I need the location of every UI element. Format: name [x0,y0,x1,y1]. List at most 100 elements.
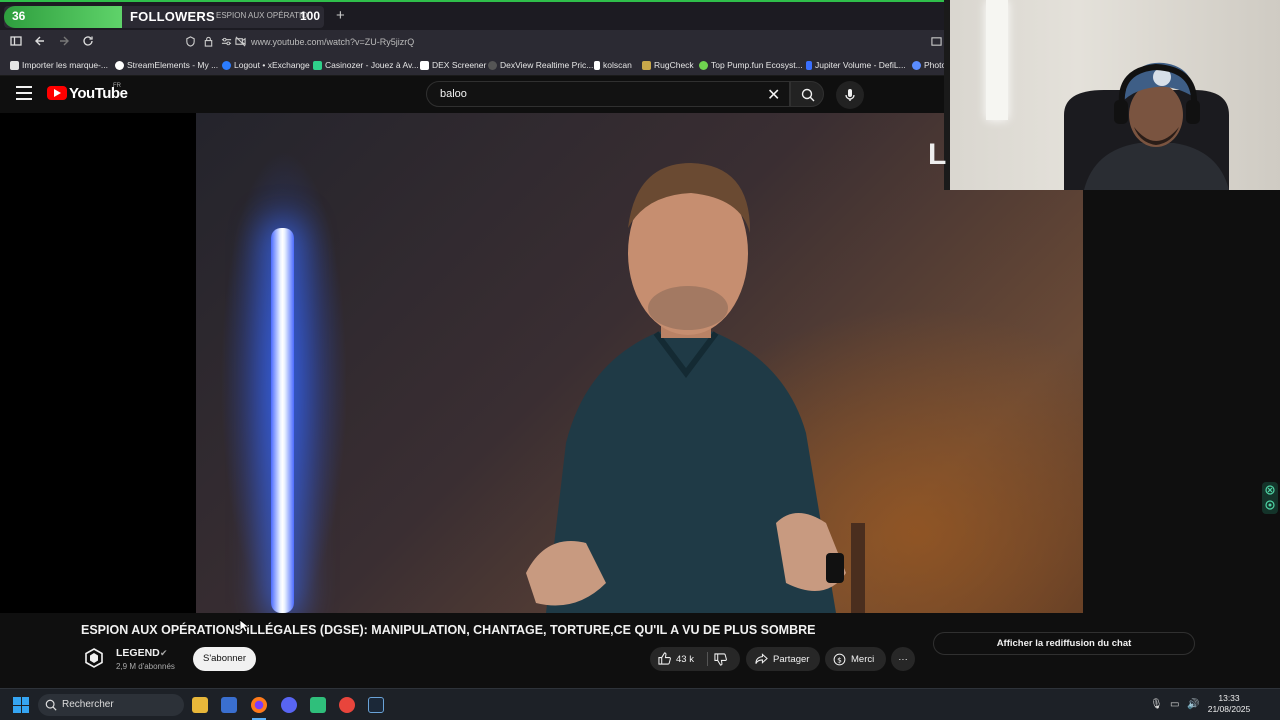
bookmark-label: Jupiter Volume - DefiL... [815,60,906,70]
address-bar[interactable]: www.youtube.com/watch?v=ZU-Ry5jizrQ [176,33,942,53]
menu-icon[interactable] [16,86,32,100]
like-divider [707,652,708,666]
search-icon [45,699,57,711]
microphone-tray-icon[interactable]: 🎙 [1150,699,1163,710]
tab-title-snippet: ESPION AUX OPÉRATIO [216,11,308,20]
bookmark-item[interactable]: DexView Realtime Pric... [488,60,593,70]
streamelements-icon [115,60,124,70]
bookmark-item[interactable]: kolscan [594,60,632,70]
share-label: Partager [773,653,810,665]
photo-icon [912,60,921,70]
tab-bar: 36 FOLLOWERS ESPION AUX OPÉRATIO 100 + [0,0,944,30]
channel-name[interactable]: LEGEND [116,647,160,659]
clock[interactable]: 13:33 21/08/2025 [1206,693,1252,715]
app-green-icon[interactable] [310,697,326,713]
dexscreener-icon [420,60,429,70]
search-value[interactable]: baloo [440,88,467,100]
pumpfun-icon [699,60,708,70]
close-circle-icon[interactable] [1265,485,1275,495]
search-button[interactable] [790,81,824,107]
side-widget[interactable] [1262,482,1278,514]
bookmark-item[interactable]: StreamElements - My ... [115,60,218,70]
mouse-cursor-icon [239,619,249,633]
windows-start-icon[interactable] [13,697,29,713]
show-chat-replay-button[interactable]: Afficher la rediffusion du chat [933,632,1195,655]
browser-window: 36 FOLLOWERS ESPION AUX OPÉRATIO 100 + w… [0,0,944,113]
reload-icon[interactable] [80,35,96,51]
neon-light-tube [271,228,294,613]
like-icon[interactable] [658,652,671,665]
defillama-icon [806,60,812,70]
back-icon[interactable] [32,35,48,51]
bookmark-label: StreamElements - My ... [127,60,219,70]
bookmark-item[interactable]: RugCheck [642,60,694,70]
bookmark-item[interactable]: Top Pump.fun Ecosyst... [699,60,803,70]
like-dislike-group: 43 k [650,647,740,671]
thanks-label: Merci [851,653,875,665]
network-icon[interactable]: ▭ [1170,699,1179,710]
bookmark-item[interactable]: Logout • xExchange [222,60,310,70]
clock-time: 13:33 [1218,693,1240,703]
dexview-icon [488,60,497,70]
extension-icon[interactable] [1265,500,1275,510]
dislike-icon[interactable] [714,653,727,666]
casinozer-icon [313,60,322,70]
follower-goal-target: 100 [300,9,321,23]
url-text[interactable]: www.youtube.com/watch?v=ZU-Ry5jizrQ [251,37,414,47]
video-title: ESPION AUX OPÉRATIONS ILLÉGALES (DGSE): … [81,623,816,637]
subscriber-count: 2,9 M d'abonnés [116,662,175,671]
rugcheck-icon [642,60,651,70]
search-icon [801,88,815,102]
streamer-webcam [944,0,1280,190]
bookmark-label: Photo [924,60,944,70]
taskbar-search[interactable]: Rechercher [38,694,184,716]
search-input[interactable]: baloo ✕ [426,81,790,107]
youtube-header: YouTube FR baloo ✕ [0,76,944,113]
store-icon[interactable] [221,697,237,713]
country-code: FR [113,83,121,89]
firefox-icon[interactable] [251,697,267,713]
discord-icon[interactable] [281,697,297,713]
verified-badge-icon: ✔ [160,648,168,658]
navigation-bar: www.youtube.com/watch?v=ZU-Ry5jizrQ [0,30,944,56]
bookmark-item[interactable]: DEX Screener [420,60,486,70]
clear-search-icon[interactable]: ✕ [767,85,780,105]
import-icon [10,60,19,70]
sidebar-toggle-icon[interactable] [8,35,24,51]
webcam-window-light [986,0,1008,120]
taskbar-search-placeholder: Rechercher [62,699,114,710]
share-button[interactable]: Partager [746,647,820,671]
app-red-icon[interactable] [339,697,355,713]
lock-icon[interactable] [200,35,216,51]
bookmark-item[interactable]: Jupiter Volume - DefiL... [806,60,906,70]
follower-goal-title: FOLLOWERS [130,9,215,24]
xexchange-icon [222,60,231,70]
bookmark-item[interactable]: Importer les marque-... [10,60,108,70]
browser-tab-active[interactable]: 36 FOLLOWERS ESPION AUX OPÉRATIO 100 [4,6,324,28]
thanks-button[interactable]: $ Merci [825,647,886,671]
tracking-protection-icon[interactable] [182,35,198,51]
more-actions-button[interactable]: ··· [891,647,915,671]
reader-view-icon[interactable] [928,35,944,51]
bookmarks-bar: Importer les marque-... StreamElements -… [0,56,944,76]
bookmark-label: Casinozer - Jouez à Av... [325,60,419,70]
voice-search-button[interactable] [836,81,864,109]
bookmark-item[interactable]: Casinozer - Jouez à Av... [313,60,419,70]
microphone-icon [845,89,855,101]
video-player[interactable] [0,113,1083,613]
volume-icon[interactable]: 🔊 [1187,699,1199,710]
bookmark-label: DEX Screener [432,60,487,70]
steam-icon[interactable] [368,697,384,713]
bookmark-item[interactable]: Photo [912,60,944,70]
camera-blocked-icon[interactable] [232,35,248,51]
new-tab-button[interactable]: + [336,7,345,24]
subscribe-button[interactable]: S'abonner [193,647,256,671]
forward-icon[interactable] [56,35,72,51]
file-explorer-icon[interactable] [192,697,208,713]
windows-taskbar: Rechercher 🎙 ▭ 🔊 13:33 21/08/2025 [0,688,1280,720]
bookmark-label: kolscan [603,60,632,70]
channel-avatar-icon[interactable] [84,648,104,668]
youtube-logo-icon[interactable] [47,86,67,100]
follower-count: 36 [12,9,26,23]
like-count[interactable]: 43 k [676,654,694,665]
